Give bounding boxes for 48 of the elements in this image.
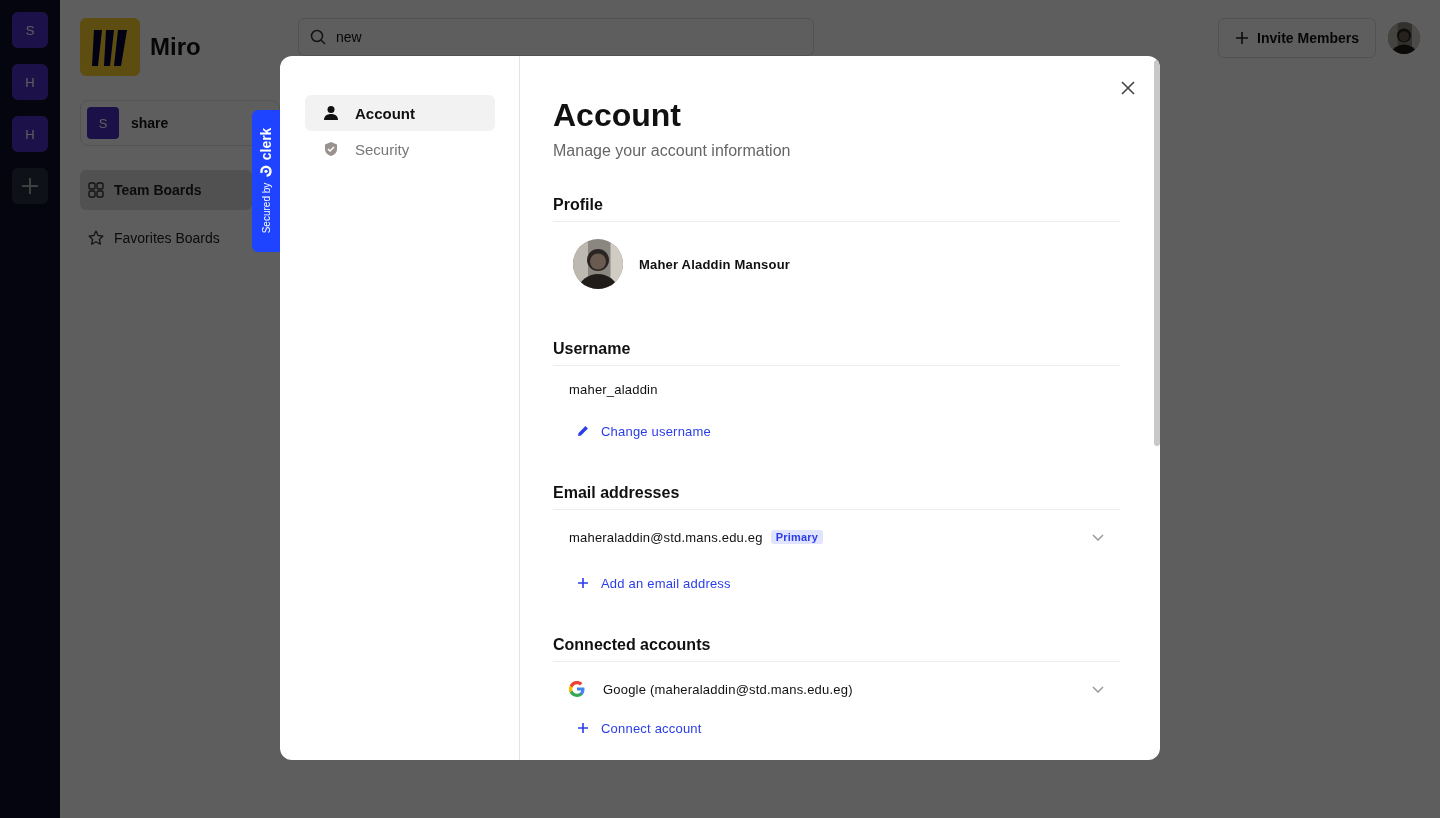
user-name: Maher Aladdin Mansour (639, 256, 791, 272)
settings-tab[interactable]: Security (305, 131, 495, 167)
secured-by-badge[interactable]: Secured by clerk (252, 110, 280, 252)
action-link[interactable]: Change username (553, 412, 735, 450)
person-icon (323, 105, 339, 121)
scrollbar[interactable] (1154, 60, 1160, 446)
workspace-button[interactable]: H (12, 116, 48, 152)
page-title: Account (553, 96, 682, 134)
shield-icon (323, 141, 339, 157)
plus-icon (577, 577, 589, 589)
sidebar-item[interactable]: Team Boards (80, 170, 252, 210)
settings-tab[interactable]: Account (305, 95, 495, 131)
section-title: Email addresses (553, 484, 1120, 510)
add-workspace-button[interactable] (12, 168, 48, 204)
expand-button[interactable] (1092, 533, 1104, 541)
plus-icon (577, 722, 589, 734)
invite-members-button[interactable]: Invite Members (1218, 18, 1376, 58)
email-address: maheraladdin@std.mans.edu.eg (569, 529, 763, 545)
workspace-button[interactable]: H (12, 64, 48, 100)
google-icon (569, 681, 585, 697)
close-button[interactable] (1120, 80, 1136, 96)
action-link[interactable]: Connect account (553, 716, 726, 740)
section-title: Connected accounts (553, 636, 1120, 662)
action-link[interactable]: Add an email address (553, 564, 755, 602)
chevron-down-icon (1092, 533, 1104, 541)
logo-icon (80, 18, 140, 76)
workspace-button[interactable]: S (12, 12, 48, 48)
username-value: maher_aladdin (569, 381, 658, 397)
section-title: Profile (553, 196, 1120, 222)
grid-icon (88, 182, 104, 198)
close-icon (1120, 80, 1136, 96)
connected-account: Google (maheraladdin@std.mans.edu.eg) (603, 681, 853, 697)
sidebar-item[interactable]: Favorites Boards (80, 218, 252, 258)
search-icon (310, 29, 326, 45)
page-subtitle: Manage your account information (553, 142, 792, 160)
star-icon (88, 230, 104, 246)
clerk-logo-icon (260, 166, 272, 179)
organization-avatar: S (87, 107, 119, 139)
section-title: Username (553, 340, 1120, 366)
plus-icon (21, 177, 39, 195)
chevron-down-icon (1092, 685, 1104, 693)
pencil-icon (577, 425, 589, 437)
brand-name: Miro (150, 33, 201, 61)
plus-icon (1235, 31, 1250, 45)
organization-name: share (131, 115, 169, 131)
search-field[interactable]: new (298, 18, 814, 56)
primary-badge: Primary (770, 530, 824, 544)
expand-button[interactable] (1092, 685, 1104, 693)
